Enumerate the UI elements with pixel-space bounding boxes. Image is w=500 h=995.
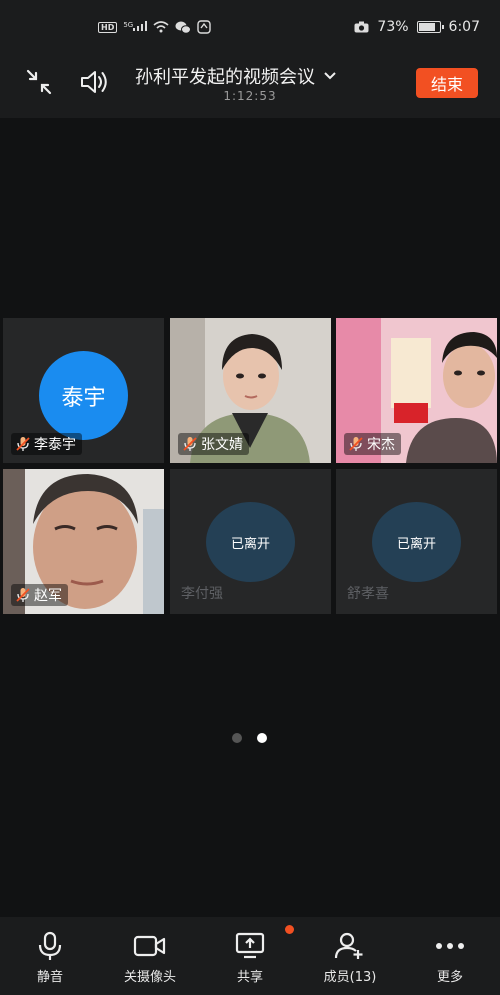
- share-notification-dot: [285, 925, 294, 934]
- add-member-icon: [333, 931, 367, 961]
- avatar: 泰宇: [39, 351, 128, 440]
- page-dot-2[interactable]: [257, 733, 267, 743]
- share-screen-icon: [233, 931, 267, 961]
- mic-muted-icon: [16, 437, 30, 451]
- members-label: 成员(13): [323, 970, 377, 985]
- participant-name: 李泰宇: [34, 437, 76, 453]
- share-label: 共享: [236, 970, 263, 985]
- app-notification-icon: [197, 20, 211, 34]
- bottom-toolbar: 静音 关摄像头 共享 成员(13) 更多: [0, 917, 500, 995]
- left-status-badge: 已离开: [372, 502, 461, 582]
- network-icon: 5G: [123, 20, 148, 34]
- status-icons-left: HD 5G: [98, 20, 211, 34]
- mute-button[interactable]: 静音: [0, 917, 100, 995]
- camera-icon: [133, 931, 167, 961]
- participant-tile-2[interactable]: 张文婧: [170, 318, 331, 463]
- wechat-icon: [175, 21, 192, 34]
- camera-off-label: 关摄像头: [123, 970, 176, 985]
- status-icons-right: 73% 6:07: [354, 19, 480, 35]
- clock: 6:07: [448, 19, 480, 35]
- participant-label: 张文婧: [178, 433, 249, 455]
- participant-label: 宋杰: [344, 433, 401, 455]
- participant-tile-3[interactable]: 宋杰: [336, 318, 497, 463]
- participant-name: 赵军: [34, 588, 62, 604]
- wifi-icon: [153, 21, 169, 33]
- participant-name: 舒孝喜: [347, 586, 389, 602]
- mic-muted-icon: [183, 437, 197, 451]
- participant-tile-5[interactable]: 已离开 李付强: [170, 469, 331, 614]
- mic-muted-icon: [16, 588, 30, 602]
- participant-name: 李付强: [181, 586, 223, 602]
- chevron-down-icon: [324, 72, 336, 80]
- camera-status-icon: [354, 21, 369, 33]
- more-label: 更多: [436, 970, 463, 985]
- mic-muted-icon: [349, 437, 363, 451]
- more-button[interactable]: 更多: [400, 917, 500, 995]
- participant-label: 赵军: [11, 584, 68, 606]
- participant-name: 张文婧: [201, 437, 243, 453]
- hd-badge: HD: [98, 21, 118, 33]
- participant-tile-1[interactable]: 泰宇 李泰宇: [3, 318, 164, 463]
- members-button[interactable]: 成员(13): [300, 917, 400, 995]
- page-dot-1[interactable]: [232, 733, 242, 743]
- participant-tile-6[interactable]: 已离开 舒孝喜: [336, 469, 497, 614]
- participant-name: 宋杰: [367, 437, 395, 453]
- participant-tile-4[interactable]: 赵军: [3, 469, 164, 614]
- participant-label: 李泰宇: [11, 433, 82, 455]
- meeting-header: 孙利平发起的视频会议 1:12:53 结束: [0, 56, 500, 118]
- left-status-badge: 已离开: [206, 502, 295, 582]
- microphone-icon: [33, 931, 67, 961]
- meeting-title-text: 孙利平发起的视频会议: [135, 67, 315, 88]
- end-meeting-button[interactable]: 结束: [416, 68, 478, 98]
- battery-icon: [416, 21, 444, 33]
- more-icon: [433, 931, 467, 961]
- mute-label: 静音: [36, 970, 63, 985]
- battery-percent: 73%: [377, 19, 409, 35]
- status-bar: HD 5G 73% 6:07: [0, 0, 500, 56]
- meeting-title[interactable]: 孙利平发起的视频会议: [135, 63, 337, 89]
- camera-off-button[interactable]: 关摄像头: [100, 917, 200, 995]
